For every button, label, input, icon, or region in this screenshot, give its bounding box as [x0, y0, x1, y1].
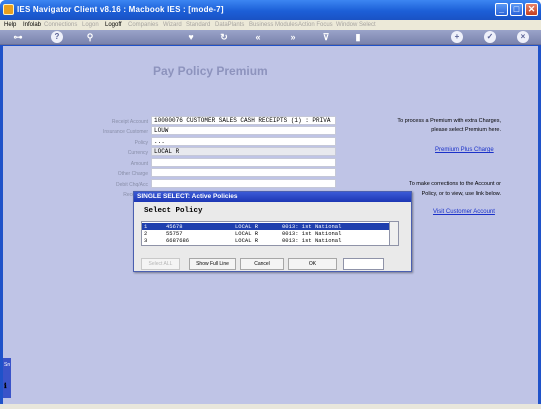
policy-number: 55757: [166, 230, 183, 237]
policy-bank: 0013: 1st National: [282, 230, 342, 237]
receipt-account-field[interactable]: 10000076 CUSTOMER SALES CASH RECEIPTS (1…: [151, 116, 336, 125]
dialog-title[interactable]: SINGLE SELECT: Active Policies: [134, 192, 411, 202]
search-icon[interactable]: ⚲: [84, 31, 96, 44]
key-icon[interactable]: ⊶: [8, 31, 28, 44]
rewind-icon[interactable]: «: [251, 31, 265, 44]
visit-customer-account-link[interactable]: Visit Customer Account: [433, 209, 495, 215]
policy-list-scrollbar[interactable]: [389, 221, 399, 246]
policy-bank: 0013: 1st National: [282, 223, 342, 230]
policy-number: 45678: [166, 223, 183, 230]
menu-standard[interactable]: Standard: [186, 20, 210, 30]
other-charge-label: Other Charge: [117, 171, 148, 177]
minimize-button[interactable]: _: [495, 3, 508, 16]
active-policies-dialog: SINGLE SELECT: Active Policies Select Po…: [133, 191, 412, 272]
status-bar: [0, 404, 541, 409]
policy-number: 6687686: [166, 237, 190, 244]
filter-icon[interactable]: ⊽: [320, 31, 332, 44]
policy-row[interactable]: 3 6687686 LOCAL R 0013: 1st National: [142, 237, 389, 244]
menu-business-modules[interactable]: Business Modules: [249, 20, 298, 30]
policy-field[interactable]: ...: [151, 137, 336, 146]
document-icon[interactable]: ▮: [353, 31, 363, 44]
row-number: 3: [144, 237, 148, 244]
debit-account-label: Debit Chq/Acc: [116, 182, 148, 188]
premium-info-line-1: To process a Premium with extra Charges,: [397, 118, 501, 124]
heart-icon[interactable]: ♥: [185, 31, 197, 44]
side-panel: Sn ℹ: [3, 358, 11, 398]
menu-wizard[interactable]: Wizard: [163, 20, 182, 30]
policy-row[interactable]: 1 45678 LOCAL R 0013: 1st National: [142, 223, 389, 230]
row-number: 1: [144, 223, 148, 230]
menu-bar: Help Infolab Connections Logon Logoff Co…: [0, 20, 541, 30]
policy-row[interactable]: 2 55757 LOCAL R 0013: 1st National: [142, 230, 389, 237]
menu-help[interactable]: Help: [4, 20, 16, 30]
help-icon[interactable]: ?: [51, 31, 63, 43]
insurance-customer-field[interactable]: LOUW: [151, 126, 336, 135]
dialog-heading: Select Policy: [144, 207, 203, 215]
policy-currency: LOCAL R: [235, 237, 259, 244]
currency-field: LOCAL R: [151, 147, 336, 156]
premium-plus-charge-link[interactable]: Premium Plus Charge: [435, 147, 494, 153]
show-full-line-button[interactable]: Show Full Line: [189, 258, 236, 270]
insurance-customer-label: Insurance Customer: [102, 129, 148, 135]
amount-label: Amount: [130, 161, 148, 167]
currency-label: Currency: [127, 150, 148, 156]
app-icon: [3, 4, 14, 15]
close-button[interactable]: ✕: [525, 3, 538, 16]
amount-field[interactable]: [151, 158, 336, 167]
row-number: 2: [144, 230, 148, 237]
premium-info-line-2: please select Premium here.: [431, 127, 501, 133]
select-all-button[interactable]: Select ALL: [141, 258, 180, 270]
application-window: IES Navigator Client v8.16 : Macbook IES…: [0, 0, 541, 409]
close-icon[interactable]: ×: [517, 31, 529, 43]
title-bar[interactable]: IES Navigator Client v8.16 : Macbook IES…: [0, 0, 541, 20]
debit-account-field[interactable]: [151, 179, 336, 188]
policy-currency: LOCAL R: [235, 223, 259, 230]
menu-action-focus[interactable]: Action Focus: [298, 20, 333, 30]
other-charge-field[interactable]: [151, 168, 336, 177]
policy-currency: LOCAL R: [235, 230, 259, 237]
policy-list[interactable]: 1 45678 LOCAL R 0013: 1st National 2 557…: [141, 221, 390, 246]
check-icon[interactable]: ✓: [484, 31, 496, 43]
side-panel-label-icon[interactable]: Sn: [4, 362, 10, 369]
fast-forward-icon[interactable]: »: [286, 31, 300, 44]
menu-infolab[interactable]: Infolab: [23, 20, 41, 30]
info-icon[interactable]: ℹ: [4, 382, 10, 392]
window-title: IES Navigator Client v8.16 : Macbook IES…: [17, 5, 224, 14]
customer-info-line-1: To make corrections to the Account or: [408, 181, 501, 187]
dialog-input-field[interactable]: [343, 258, 384, 270]
cancel-button[interactable]: Cancel: [240, 258, 284, 270]
policy-label: Policy: [134, 140, 148, 146]
refresh-icon[interactable]: ↻: [218, 31, 230, 44]
receipt-account-label: Receipt Account: [111, 119, 148, 125]
menu-window-select[interactable]: Window Select: [336, 20, 376, 30]
page-title: Pay Policy Premium: [153, 64, 268, 78]
menu-companies[interactable]: Companies: [128, 20, 158, 30]
toolbar: ⊶ ? ⚲ ♥ ↻ « » ⊽ ▮ + ✓ ×: [0, 30, 541, 45]
menu-dataplants[interactable]: DataPlants: [215, 20, 244, 30]
menu-connections[interactable]: Connections: [44, 20, 77, 30]
menu-logoff[interactable]: Logoff: [105, 20, 122, 30]
menu-logon[interactable]: Logon: [82, 20, 99, 30]
maximize-button[interactable]: □: [510, 3, 523, 16]
ok-button[interactable]: OK: [288, 258, 337, 270]
add-icon[interactable]: +: [451, 31, 463, 43]
policy-bank: 0013: 1st National: [282, 237, 342, 244]
